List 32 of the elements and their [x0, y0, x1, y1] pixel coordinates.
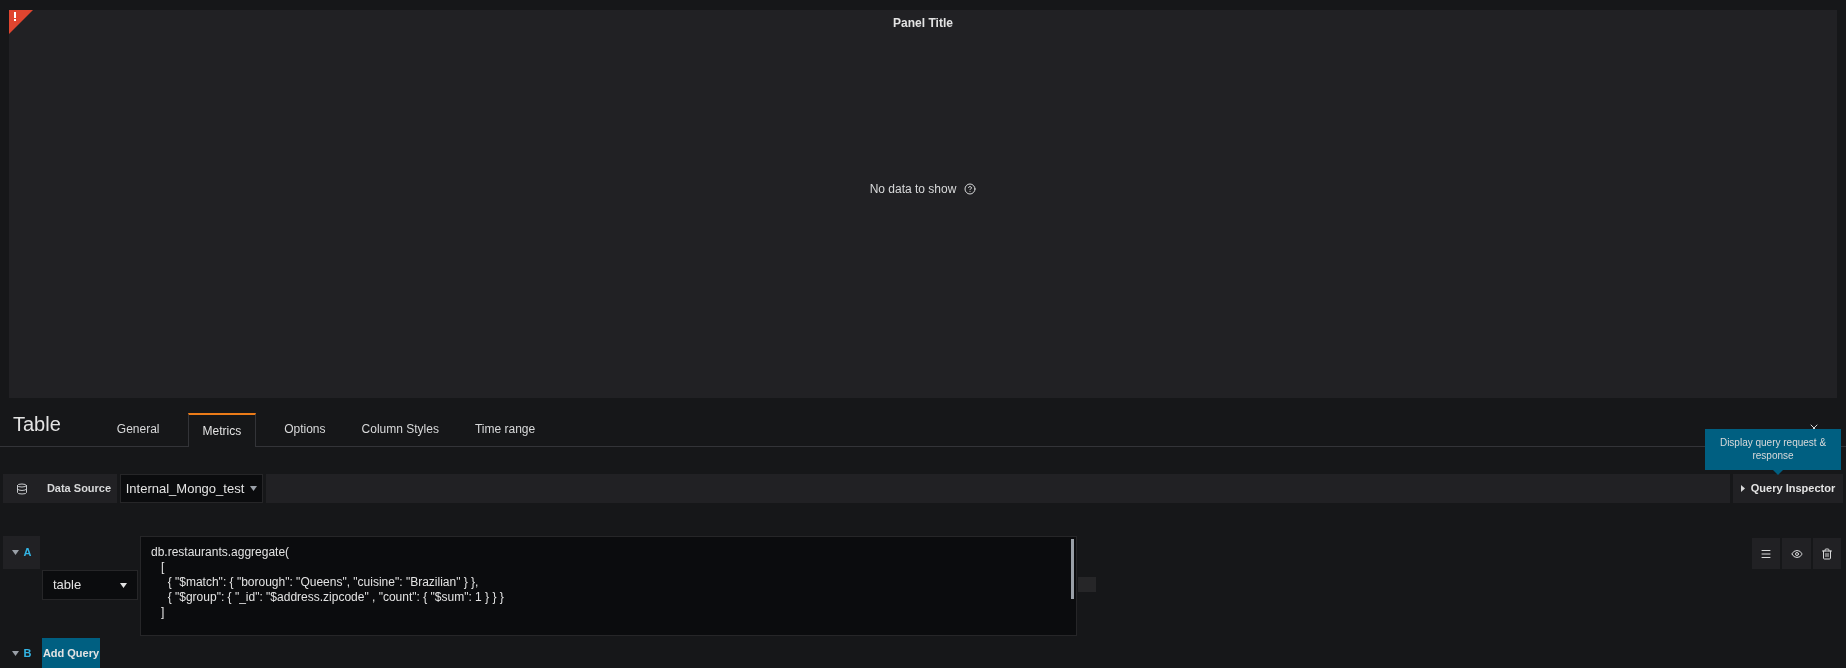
query-toggle[interactable]: B [3, 638, 40, 668]
code-line: [ [160, 560, 165, 575]
panel-title: Panel Title [893, 15, 953, 32]
menu-icon[interactable] [1752, 538, 1780, 569]
editor-title: Table [13, 412, 61, 438]
query-editor[interactable]: db.restaurants.aggregate( [ { "$match": { "borough": "Queens", "cuisine": "Brazilian" } }, { "$group": { "_id": "$address.zipcode" , "count": { "$sum": 1 } } } ] [140, 536, 1077, 636]
database-icon [16, 482, 28, 495]
alert-corner-icon[interactable] [9, 10, 33, 34]
caret-icon [11, 550, 19, 555]
tab[interactable]: Column Styles [351, 412, 449, 447]
code-line: { "$group": { "_id": "$address.zipcode" , "count": { "$sum": 1 } } } [166, 590, 504, 605]
help-icon[interactable] [964, 183, 977, 195]
query-inspector-button[interactable]: Query Inspector [1733, 474, 1843, 503]
tab[interactable]: General [106, 412, 170, 447]
caret-icon [11, 650, 19, 656]
tab[interactable]: Metrics [187, 413, 257, 448]
format-select[interactable]: table [42, 570, 138, 600]
eye-icon[interactable] [1782, 538, 1811, 569]
caret-icon [120, 582, 127, 588]
trash-icon[interactable] [1813, 538, 1841, 569]
tab[interactable]: Time range [464, 412, 546, 447]
data-source-label: Data Source [41, 474, 117, 503]
data-source-select[interactable]: Internal_Mongo_test [120, 474, 263, 503]
code-line: ] [160, 605, 165, 620]
tab[interactable]: Options [274, 412, 336, 447]
add-query-button[interactable]: Add Query [42, 638, 100, 668]
caret-icon [250, 486, 258, 492]
code-line: { "$match": { "borough": "Queens", "cuisine": "Brazilian" } }, [166, 575, 479, 590]
code-line: db.restaurants.aggregate( [151, 545, 290, 560]
query-toggle[interactable]: A [3, 536, 40, 569]
no-data-message: No data to show [869, 181, 957, 198]
caret-right-icon [1740, 485, 1745, 493]
